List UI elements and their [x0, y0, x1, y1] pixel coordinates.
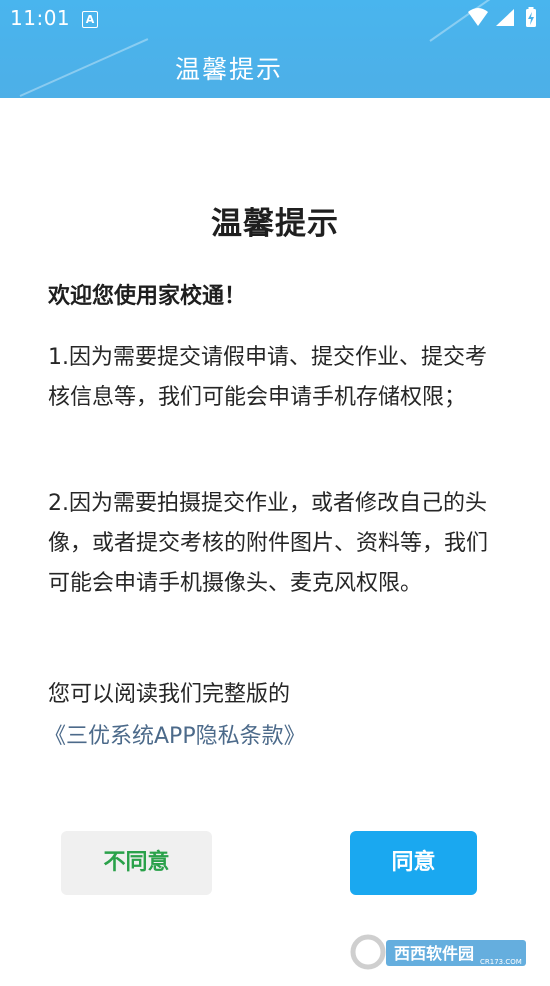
app-bar-title: 温馨提示 [175, 55, 284, 84]
status-icons [466, 7, 542, 29]
welcome-text: 欢迎您使用家校通！ [48, 284, 247, 309]
wifi-icon [468, 8, 488, 26]
dialog-title: 温馨提示 [211, 206, 339, 242]
watermark-text: 西西软件园 [394, 944, 474, 963]
agree-button[interactable]: 同意 [350, 831, 477, 895]
app-header: 11:01 A 温馨提示 [0, 0, 550, 98]
privacy-prompt-text: 您可以阅读我们完整版的 [48, 682, 291, 707]
signal-icon [496, 9, 514, 26]
watermark-subtext: CR173.COM [480, 958, 522, 966]
permission-paragraph-camera: 2.因为需要拍摄提交作业，或者修改自己的头像，或者提交考核的附件图片、资料等，我… [48, 491, 489, 596]
permission-paragraph-storage: 1.因为需要提交请假申请、提交作业、提交考核信息等，我们可能会申请手机存储权限； [48, 345, 487, 410]
battery-icon [526, 7, 536, 27]
privacy-policy-link[interactable]: 《三优系统APP隐私条款》 [44, 718, 306, 750]
disagree-button[interactable]: 不同意 [61, 831, 212, 895]
notification-icon: A [82, 11, 98, 28]
watermark-logo: 西西软件园 CR173.COM [350, 934, 530, 970]
status-bar: 11:01 A [0, 0, 550, 38]
header-decoration [19, 38, 149, 97]
status-time: 11:01 [10, 6, 71, 30]
